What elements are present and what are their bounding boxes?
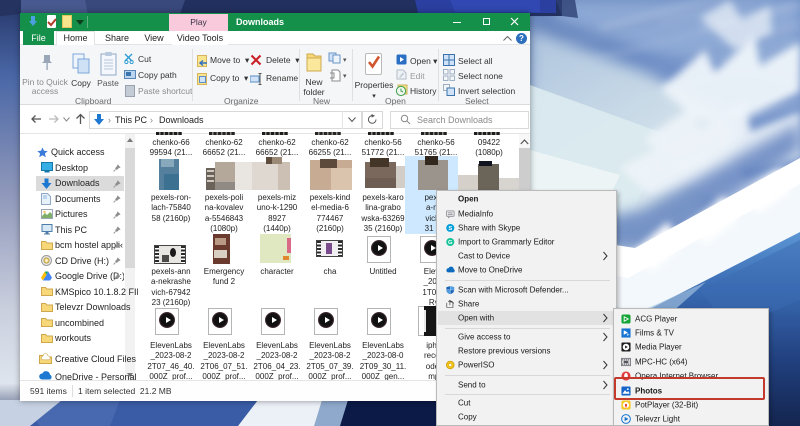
svg-text:S: S: [448, 226, 452, 232]
svg-text:G: G: [448, 240, 453, 246]
